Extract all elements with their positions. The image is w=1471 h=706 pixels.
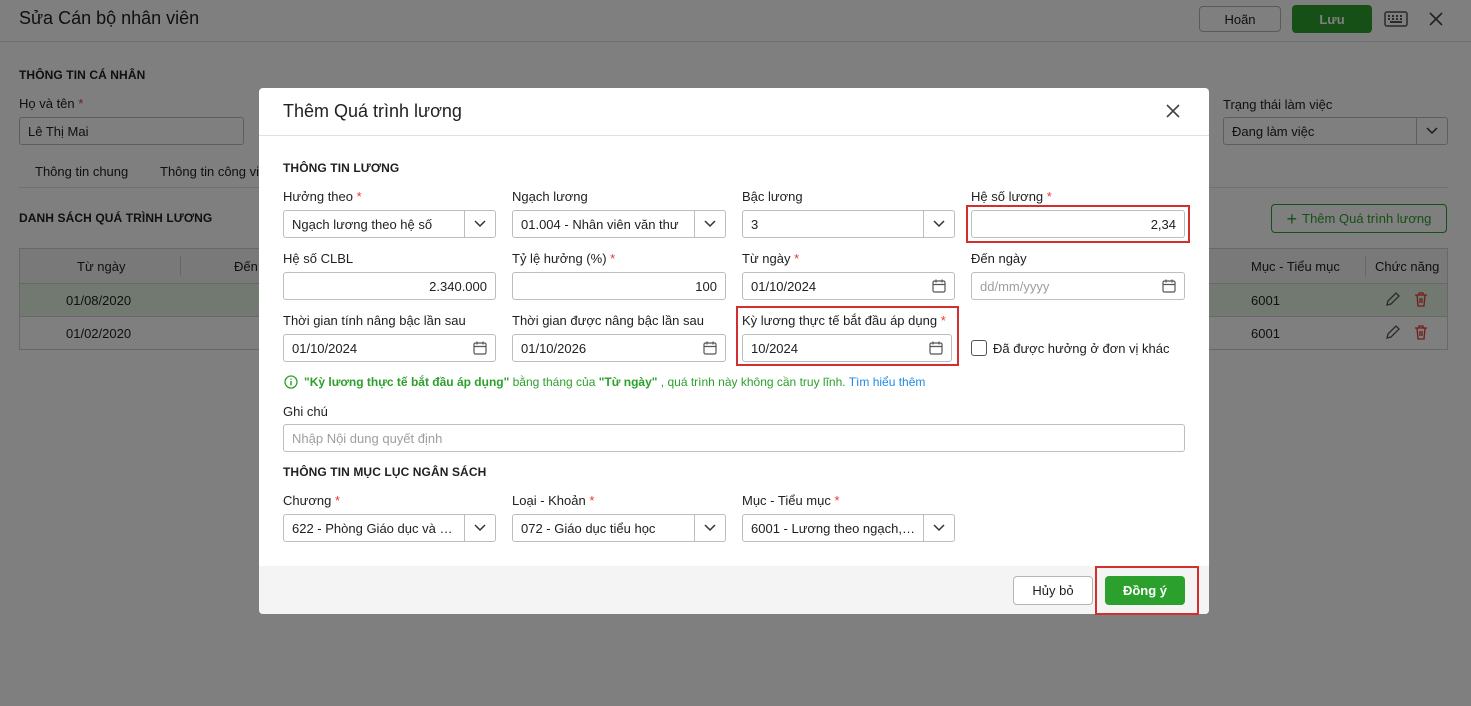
other-unit-checkbox[interactable] [971,340,987,356]
loai-khoan-select[interactable]: 072 - Giáo dục tiểu học [512,514,726,542]
tg-tinh-nang-bac-input[interactable]: 01/10/2024 [283,334,496,362]
tu-ngay-label: Từ ngày * [742,251,800,266]
chevron-down-icon [464,515,495,541]
chevron-down-icon [464,211,495,237]
calendar-icon[interactable] [932,279,946,293]
chuong-select[interactable]: 622 - Phòng Giáo dục và Đ... [283,514,496,542]
chevron-down-icon [923,211,954,237]
chevron-down-icon [923,515,954,541]
den-ngay-input[interactable]: dd/mm/yyyy [971,272,1185,300]
ty-le-huong-label: Tỷ lệ hưởng (%) * [512,251,616,266]
muc-tieu-muc-label: Mục - Tiểu mục * [742,493,840,508]
budget-section-title: THÔNG TIN MỤC LỤC NGÂN SÁCH [283,465,487,479]
tu-ngay-input[interactable]: 01/10/2024 [742,272,955,300]
ty-le-huong-input[interactable]: 100 [512,272,726,300]
other-unit-label: Đã được hưởng ở đơn vị khác [993,341,1170,356]
salary-info-title: THÔNG TIN LƯƠNG [283,161,400,175]
salary-dialog: Thêm Quá trình lương THÔNG TIN LƯƠNG Hưở… [259,88,1209,615]
learn-more-link[interactable]: Tìm hiểu thêm [849,375,926,389]
tg-tinh-nang-bac-label: Thời gian tính nâng bậc lần sau [283,313,466,328]
ngach-luong-select[interactable]: 01.004 - Nhân viên văn thư [512,210,726,238]
he-so-clbl-input[interactable]: 2.340.000 [283,272,496,300]
bac-luong-select[interactable]: 3 [742,210,955,238]
info-message: "Kỳ lương thực tế bắt đầu áp dụng" bằng … [304,375,926,389]
calendar-icon[interactable] [1162,279,1176,293]
den-ngay-label: Đến ngày [971,251,1027,266]
ghi-chu-label: Ghi chú [283,404,328,419]
ngach-luong-label: Ngạch lương [512,189,588,204]
tg-duoc-nang-bac-input[interactable]: 01/10/2026 [512,334,726,362]
highlight-box [1095,566,1199,615]
tg-duoc-nang-bac-label: Thời gian được nâng bậc lần sau [512,313,704,328]
huong-theo-select[interactable]: Ngạch lương theo hệ số [283,210,496,238]
info-icon [284,375,298,392]
he-so-luong-label: Hệ số lương * [971,189,1052,204]
ghi-chu-input[interactable]: Nhập Nội dung quyết định [283,424,1185,452]
calendar-icon[interactable] [473,341,487,355]
muc-tieu-muc-select[interactable]: 6001 - Lương theo ngạch, ... [742,514,955,542]
calendar-icon[interactable] [703,341,717,355]
dialog-close-icon[interactable] [1165,103,1181,122]
chuong-label: Chương * [283,493,340,508]
loai-khoan-label: Loại - Khoản * [512,493,595,508]
cancel-button[interactable]: Hủy bỏ [1013,576,1093,605]
huong-theo-label: Hưởng theo * [283,189,362,204]
he-so-clbl-label: Hệ số CLBL [283,251,354,266]
bac-luong-label: Bậc lương [742,189,803,204]
highlight-box [736,306,959,366]
dialog-title: Thêm Quá trình lương [283,101,462,121]
chevron-down-icon [694,515,725,541]
highlight-box [966,205,1190,243]
chevron-down-icon [694,211,725,237]
